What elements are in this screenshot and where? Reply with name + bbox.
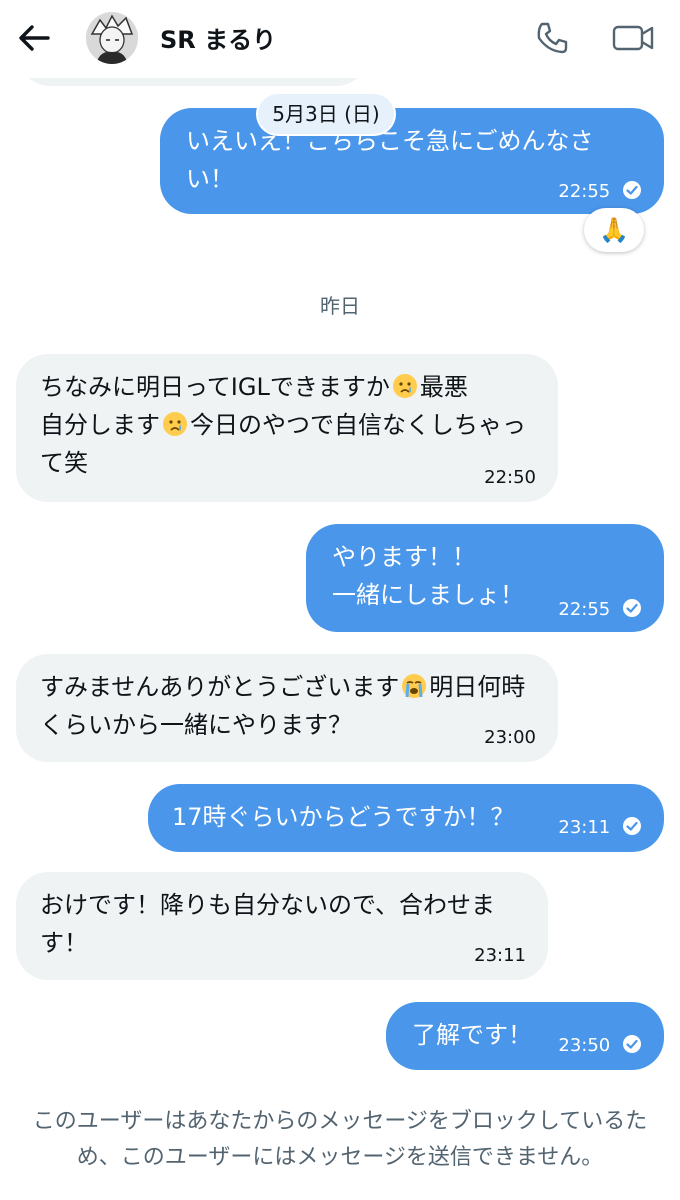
video-camera-icon: [612, 25, 654, 51]
chat-title[interactable]: SR まるり: [160, 20, 276, 55]
message-text: おけです！降りも自分ないので、合わせます！: [40, 891, 496, 957]
message-time: 22:55: [558, 181, 611, 202]
back-button[interactable]: [14, 18, 54, 58]
message-text: すみませんありがとうございます 明日何時くらいから一緒にやります？: [40, 668, 538, 744]
day-separator: 昨日: [320, 294, 360, 318]
chat-header: SR まるり: [0, 0, 680, 78]
call-button[interactable]: [532, 18, 572, 58]
read-check-icon: [623, 1035, 641, 1053]
message-bubble-incoming[interactable]: おけです！降りも自分ないので、合わせます！ 23:11: [16, 872, 548, 980]
message-time: 22:50: [484, 467, 536, 488]
blocked-notice: このユーザーはあなたからのメッセージをブロックしているため、このユーザーにはメッ…: [32, 1109, 648, 1170]
message-time: 23:00: [484, 727, 536, 748]
message-bubble-outgoing[interactable]: やります！！ 一緒にしましょ！ 22:55: [306, 524, 664, 632]
message-text-part: 最悪: [419, 373, 468, 401]
message-text-part: 自分します: [40, 411, 160, 439]
crying-face-icon: [163, 412, 187, 436]
video-call-button[interactable]: [610, 18, 656, 58]
message-meta: 23:11: [558, 816, 642, 838]
read-check-icon: [623, 817, 641, 835]
phone-icon: [537, 22, 568, 54]
message-time: 23:11: [474, 945, 526, 966]
date-separator: 5月3日 (日): [258, 94, 394, 134]
message-bubble-outgoing[interactable]: 17時ぐらいからどうですか！？ 23:11: [148, 784, 664, 852]
crying-face-icon: [392, 374, 417, 398]
message-bubble-incoming[interactable]: ちなみに明日ってIGLできますか 最悪 自分します 今日のやつで自信なくしちゃって笑 …: [16, 354, 558, 502]
message-text: ちなみに明日ってIGLできますか 最悪 自分します 今日のやつで自信なくしちゃって笑: [40, 368, 538, 482]
message-meta: 22:55: [558, 180, 642, 202]
message-bubble-incoming[interactable]: すみませんありがとうございます 明日何時くらいから一緒にやります？ 23:00: [16, 654, 558, 762]
message-meta: 23:50: [558, 1034, 642, 1056]
message-bubble-outgoing[interactable]: 了解です！ 23:50: [386, 1002, 664, 1070]
loudly-crying-face-icon: [402, 674, 427, 698]
reaction-badge[interactable]: 🙏: [584, 208, 644, 252]
message-bubble-outgoing[interactable]: いえいえ！こちらこそ急にごめんなさい！ 22:55: [160, 108, 664, 214]
avatar-image: [86, 12, 138, 64]
message-meta: 22:55: [558, 598, 642, 620]
message-time: 23:50: [558, 1035, 611, 1056]
message-text-part: ちなみに明日ってIGLできますか: [40, 373, 390, 401]
arrow-left-icon: [19, 25, 50, 51]
message-time: 22:55: [558, 599, 611, 620]
read-check-icon: [623, 181, 641, 199]
avatar[interactable]: [86, 12, 138, 64]
message-time: 23:11: [558, 817, 611, 838]
read-check-icon: [623, 599, 641, 617]
message-text-part: すみませんありがとうございます: [40, 673, 400, 701]
